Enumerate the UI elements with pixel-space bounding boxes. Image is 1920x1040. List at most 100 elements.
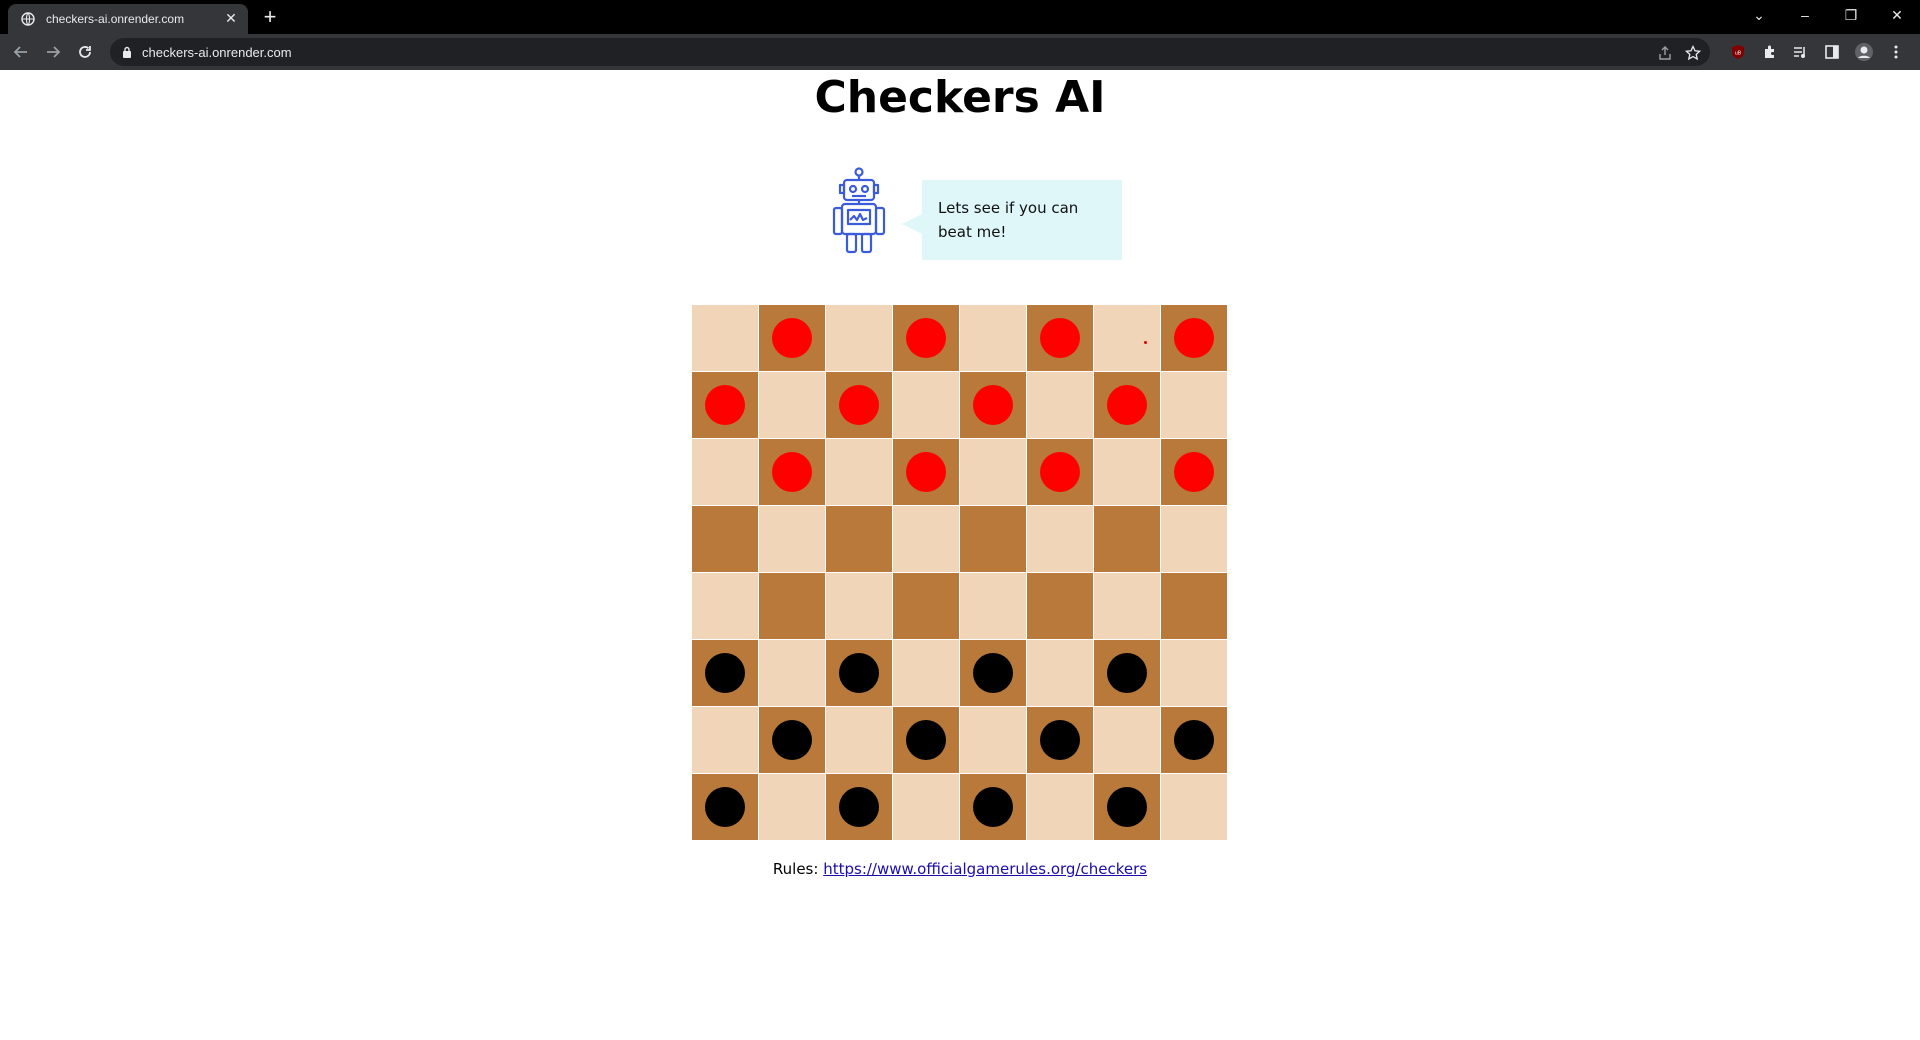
board-square[interactable]: [826, 305, 892, 371]
black-checker-piece[interactable]: [772, 720, 812, 760]
address-bar[interactable]: checkers-ai.onrender.com: [110, 38, 1710, 66]
board-square[interactable]: [759, 774, 825, 840]
board-square[interactable]: [1161, 305, 1227, 371]
red-checker-piece[interactable]: [705, 385, 745, 425]
board-square[interactable]: [759, 372, 825, 438]
board-square[interactable]: [692, 506, 758, 572]
board-square[interactable]: [1027, 640, 1093, 706]
board-square[interactable]: [759, 506, 825, 572]
reload-icon[interactable]: [72, 39, 98, 65]
board-square[interactable]: [1094, 774, 1160, 840]
rules-link[interactable]: https://www.officialgamerules.org/checke…: [823, 860, 1147, 878]
board-square[interactable]: [692, 372, 758, 438]
black-checker-piece[interactable]: [973, 787, 1013, 827]
board-square[interactable]: [960, 707, 1026, 773]
board-square[interactable]: [1161, 573, 1227, 639]
restore-button[interactable]: ❐: [1828, 0, 1874, 30]
board-square[interactable]: [759, 439, 825, 505]
board-square[interactable]: [1027, 305, 1093, 371]
board-square[interactable]: [960, 439, 1026, 505]
red-checker-piece[interactable]: [1174, 452, 1214, 492]
media-control-icon[interactable]: [1790, 42, 1810, 62]
board-square[interactable]: [1027, 372, 1093, 438]
board-square[interactable]: [1161, 774, 1227, 840]
board-square[interactable]: [692, 774, 758, 840]
minimize-button[interactable]: –: [1782, 0, 1828, 30]
board-square[interactable]: [692, 640, 758, 706]
board-square[interactable]: [1094, 707, 1160, 773]
board-square[interactable]: [893, 305, 959, 371]
black-checker-piece[interactable]: [1107, 653, 1147, 693]
red-checker-piece[interactable]: [906, 318, 946, 358]
board-square[interactable]: [960, 573, 1026, 639]
back-arrow-icon[interactable]: [8, 39, 34, 65]
red-checker-piece[interactable]: [839, 385, 879, 425]
red-checker-piece[interactable]: [1107, 385, 1147, 425]
board-square[interactable]: [893, 707, 959, 773]
black-checker-piece[interactable]: [1107, 787, 1147, 827]
board-square[interactable]: [960, 774, 1026, 840]
board-square[interactable]: [1027, 707, 1093, 773]
board-square[interactable]: [692, 707, 758, 773]
board-square[interactable]: [1027, 774, 1093, 840]
close-window-button[interactable]: ✕: [1874, 0, 1920, 30]
board-square[interactable]: [960, 372, 1026, 438]
board-square[interactable]: [893, 439, 959, 505]
board-square[interactable]: [826, 372, 892, 438]
board-square[interactable]: [1161, 372, 1227, 438]
board-square[interactable]: [1161, 707, 1227, 773]
board-square[interactable]: [759, 573, 825, 639]
red-checker-piece[interactable]: [1174, 318, 1214, 358]
board-square[interactable]: [1094, 439, 1160, 505]
board-square[interactable]: [1027, 439, 1093, 505]
board-square[interactable]: [960, 305, 1026, 371]
board-square[interactable]: [826, 774, 892, 840]
bookmark-star-icon[interactable]: [1684, 44, 1702, 62]
board-square[interactable]: [826, 707, 892, 773]
board-square[interactable]: [759, 305, 825, 371]
checkers-board[interactable]: [692, 305, 1228, 841]
tab-search-icon[interactable]: ⌄: [1736, 0, 1782, 30]
black-checker-piece[interactable]: [705, 653, 745, 693]
board-square[interactable]: [1027, 573, 1093, 639]
board-square[interactable]: [893, 774, 959, 840]
board-square[interactable]: [692, 305, 758, 371]
black-checker-piece[interactable]: [1040, 720, 1080, 760]
board-square[interactable]: [893, 640, 959, 706]
red-checker-piece[interactable]: [973, 385, 1013, 425]
board-square[interactable]: [1094, 573, 1160, 639]
black-checker-piece[interactable]: [973, 653, 1013, 693]
black-checker-piece[interactable]: [839, 787, 879, 827]
board-square[interactable]: [759, 707, 825, 773]
black-checker-piece[interactable]: [906, 720, 946, 760]
new-tab-button[interactable]: +: [258, 6, 282, 30]
board-square[interactable]: [692, 439, 758, 505]
ublock-extension-icon[interactable]: uB: [1728, 42, 1748, 62]
red-checker-piece[interactable]: [772, 452, 812, 492]
board-square[interactable]: [1161, 640, 1227, 706]
black-checker-piece[interactable]: [1174, 720, 1214, 760]
board-square[interactable]: [960, 640, 1026, 706]
board-square[interactable]: [1161, 506, 1227, 572]
more-menu-icon[interactable]: [1886, 42, 1906, 62]
profile-avatar-icon[interactable]: [1854, 42, 1874, 62]
board-square[interactable]: [826, 439, 892, 505]
board-square[interactable]: [692, 573, 758, 639]
red-checker-piece[interactable]: [1040, 318, 1080, 358]
share-icon[interactable]: [1656, 44, 1674, 62]
board-square[interactable]: [826, 506, 892, 572]
red-checker-piece[interactable]: [772, 318, 812, 358]
board-square[interactable]: [1161, 439, 1227, 505]
red-checker-piece[interactable]: [1040, 452, 1080, 492]
browser-tab[interactable]: checkers-ai.onrender.com ✕: [8, 4, 248, 34]
board-square[interactable]: [826, 573, 892, 639]
tab-close-icon[interactable]: ✕: [222, 10, 240, 28]
black-checker-piece[interactable]: [839, 653, 879, 693]
board-square[interactable]: [960, 506, 1026, 572]
board-square[interactable]: [1094, 506, 1160, 572]
forward-arrow-icon[interactable]: [40, 39, 66, 65]
board-square[interactable]: [1094, 372, 1160, 438]
board-square[interactable]: [1094, 640, 1160, 706]
board-square[interactable]: [759, 640, 825, 706]
extensions-puzzle-icon[interactable]: [1760, 42, 1780, 62]
